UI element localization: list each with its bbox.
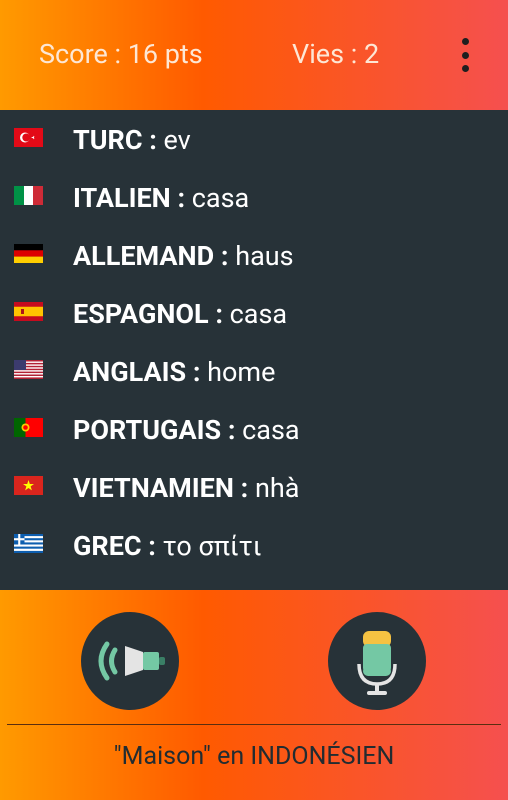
usa-flag-icon [14,360,43,379]
language-name: TURC [73,124,143,156]
list-item: ALLEMAND : haus [0,228,508,286]
list-item: GREC : το σπίτι [0,518,508,576]
speaker-icon [98,641,165,681]
translated-word: το σπίτι [162,530,262,562]
play-audio-button[interactable] [81,612,179,710]
separator: : [208,298,230,330]
lives-label: Vies : 2 [292,38,380,70]
separator: : [233,472,255,504]
language-name: ANGLAIS [73,356,187,388]
separator: : [186,356,208,388]
list-item: ANGLAIS : home [0,344,508,402]
language-name: PORTUGAIS [73,414,222,446]
italy-flag-icon [14,186,43,205]
translated-word: nhà [254,472,300,504]
separator: : [221,414,243,446]
list-item: VIETNAMIEN : nhà [0,460,508,518]
language-name: ESPAGNOL [73,298,209,330]
translated-word: haus [235,240,294,272]
separator: : [142,124,164,156]
translated-word: casa [242,414,300,446]
language-name: GREC [73,530,142,562]
list-item: TURC : ev [0,112,508,170]
bottom-panel: "Maison" en INDONÉSIEN [0,590,508,800]
vietnam-flag-icon [14,476,43,495]
microphone-button[interactable] [328,612,426,710]
list-item: ITALIEN : casa [0,170,508,228]
separator: : [170,182,192,214]
translated-word: ev [163,124,191,156]
separator: : [141,530,163,562]
list-item: ESPAGNOL : casa [0,286,508,344]
divider [7,724,501,725]
spain-flag-icon [14,302,43,321]
score-label: Score : 16 pts [39,38,203,70]
language-name: VIETNAMIEN [73,472,234,504]
microphone-icon [357,631,397,695]
separator: : [214,240,236,272]
language-name: ITALIEN [73,182,171,214]
overflow-menu-icon[interactable] [455,38,475,72]
translated-word: home [207,356,276,388]
language-name: ALLEMAND [73,240,215,272]
turkey-flag-icon [14,128,43,147]
translated-word: casa [229,298,288,330]
list-item: PORTUGAIS : casa [0,402,508,460]
top-bar: Score : 16 pts Vies : 2 [0,0,508,110]
question-prompt: "Maison" en INDONÉSIEN [113,742,395,771]
greece-flag-icon [14,534,43,553]
translation-list: TURC : ev ITALIEN : casa ALLEMAND : haus [0,110,508,590]
germany-flag-icon [14,244,43,263]
portugal-flag-icon [14,418,43,437]
translated-word: casa [191,182,250,214]
